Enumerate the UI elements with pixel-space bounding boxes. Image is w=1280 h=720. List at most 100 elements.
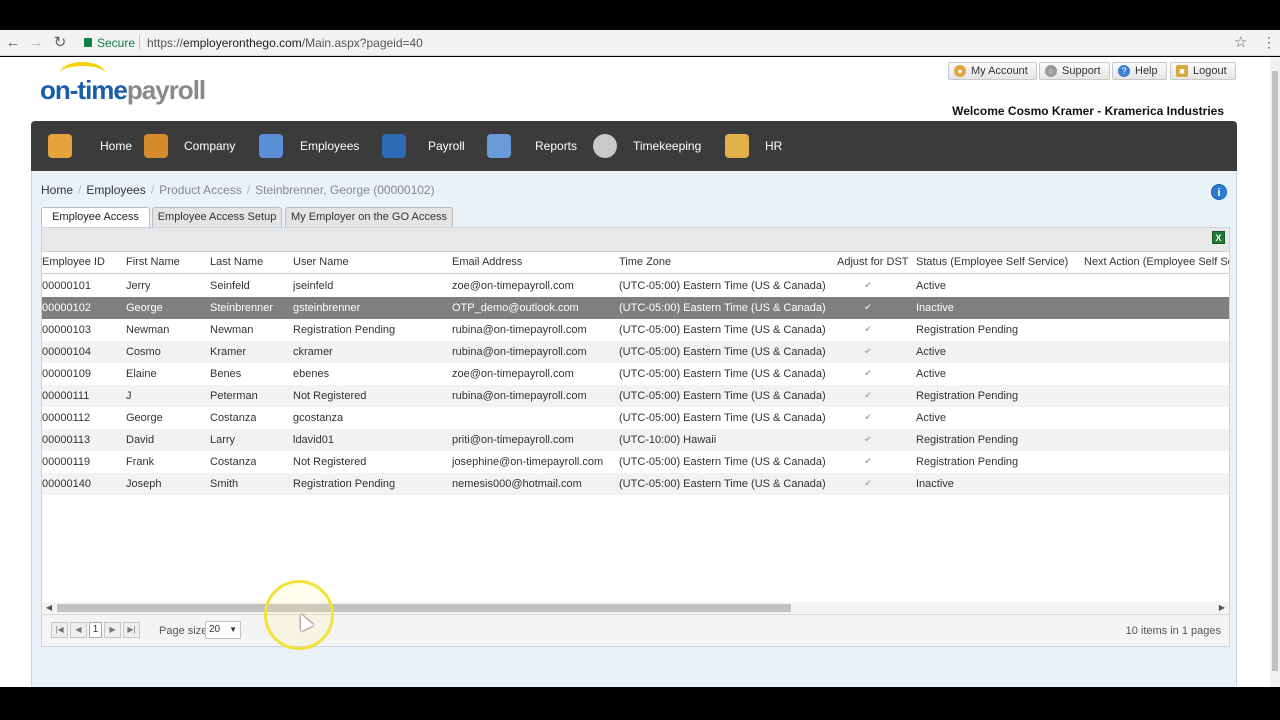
table-cell: Frank	[126, 456, 155, 468]
dst-checkbox-icon: ✔	[864, 434, 872, 444]
forward-icon[interactable]: →	[27, 34, 45, 52]
url-host: employeronthego.com	[183, 36, 302, 50]
column-header[interactable]: Email Address	[452, 256, 522, 268]
table-row[interactable]: 00000104 Cosmo Kramer ckramer rubina@on-time…	[42, 341, 1229, 363]
table-row[interactable]: 00000103 Newman Newman Registration Pending…	[42, 319, 1229, 341]
breadcrumb-employees[interactable]: Employees	[86, 183, 145, 197]
dst-checkbox-icon: ✔	[864, 368, 872, 378]
page-number[interactable]: 1	[89, 622, 102, 638]
table-cell: gcostanza	[293, 412, 344, 424]
breadcrumb-home[interactable]: Home	[41, 183, 73, 197]
url-path: /Main.aspx?pageid=40	[301, 36, 423, 50]
table-row[interactable]: 00000101 Jerry Seinfeld jseinfeld zoe@on-tim…	[42, 275, 1229, 297]
table-cell: OTP_demo@outlook.com	[452, 302, 579, 314]
dst-checkbox-icon: ✔	[864, 280, 872, 290]
table-cell: ebenes	[293, 368, 330, 380]
help-icon: ?	[1118, 65, 1130, 77]
table-row[interactable]: 00000113 David Larry ldavid01 priti@on-timep…	[42, 429, 1229, 451]
support-button[interactable]: ○ Support	[1039, 62, 1110, 80]
dst-checkbox-icon: ✔	[864, 412, 872, 422]
nav-hr[interactable]: HR	[725, 121, 845, 171]
help-button[interactable]: ? Help	[1112, 62, 1167, 80]
horizontal-scrollbar[interactable]: ◀ ▶	[42, 602, 1229, 614]
my-account-button[interactable]: ● My Account	[948, 62, 1037, 80]
table-cell: jseinfeld	[293, 280, 334, 292]
scrollbar-thumb[interactable]	[57, 604, 791, 612]
table-row[interactable]: 00000112 George Costanza gcostanza (UTC-05:0…	[42, 407, 1229, 429]
scroll-right-icon[interactable]: ▶	[1219, 602, 1225, 614]
column-header[interactable]: User Name	[293, 256, 349, 268]
browser-menu-icon[interactable]: ⋮	[1262, 34, 1276, 51]
nav-employees[interactable]: Employees	[259, 121, 380, 171]
table-cell: Active	[916, 412, 946, 424]
table-row[interactable]: 00000140 Joseph Smith Registration Pending n…	[42, 473, 1229, 495]
column-header[interactable]: Next Action (Employee Self Servic	[1084, 256, 1229, 268]
column-header[interactable]: Adjust for DST	[837, 256, 909, 268]
table-cell: Registration Pending	[293, 478, 396, 490]
table-cell: Inactive	[916, 302, 954, 314]
excel-export-icon[interactable]: X	[1212, 231, 1225, 244]
table-cell: Registration Pending	[293, 324, 396, 336]
logo[interactable]: on-timepayroll	[40, 75, 206, 106]
table-cell: ldavid01	[293, 434, 334, 446]
nav-timekeeping[interactable]: Timekeeping	[593, 121, 713, 171]
logout-button[interactable]: ■ Logout	[1170, 62, 1236, 80]
table-cell: 00000119	[42, 456, 91, 468]
scroll-left-icon[interactable]: ◀	[46, 602, 52, 614]
table-row[interactable]: 00000111 J Peterman Not Registered rubina@on…	[42, 385, 1229, 407]
table-cell: Benes	[210, 368, 242, 380]
next-page-icon[interactable]: ▶	[104, 622, 121, 638]
url-scheme: https://	[147, 36, 184, 50]
table-cell: David	[126, 434, 155, 446]
dst-checkbox-icon: ✔	[864, 346, 872, 356]
table-cell: Active	[916, 280, 946, 292]
table-cell: Registration Pending	[916, 324, 1019, 336]
nav-label: Reports	[535, 139, 578, 153]
tab-my-employer-access[interactable]: My Employer on the GO Access	[285, 207, 453, 227]
column-header[interactable]: First Name	[126, 256, 180, 268]
grid-header: Employee ID First Name Last Name User Name E…	[42, 252, 1229, 274]
vertical-scrollbar[interactable]	[1270, 57, 1280, 687]
info-icon[interactable]: i	[1211, 184, 1227, 200]
table-cell: (UTC-05:00) Eastern Time (US & Canada)	[619, 456, 826, 468]
back-icon[interactable]: ←	[4, 34, 22, 52]
breadcrumb-current: Steinbrenner, George (00000102)	[255, 183, 435, 197]
last-page-icon[interactable]: ▶|	[123, 622, 140, 638]
column-header[interactable]: Time Zone	[619, 256, 671, 268]
table-cell: Registration Pending	[916, 434, 1019, 446]
reload-icon[interactable]: ↻	[51, 34, 69, 52]
table-cell: George	[126, 412, 163, 424]
nav-label: Employees	[300, 139, 360, 153]
bookmark-star-icon[interactable]: ☆	[1234, 33, 1247, 51]
grid-toolbar: X	[42, 228, 1229, 252]
table-cell: 00000109	[42, 368, 91, 380]
table-cell: (UTC-05:00) Eastern Time (US & Canada)	[619, 302, 826, 314]
table-cell: Steinbrenner	[210, 302, 273, 314]
address-bar[interactable]: https://employeronthego.com/Main.aspx?pa…	[147, 36, 423, 50]
table-cell: (UTC-05:00) Eastern Time (US & Canada)	[619, 280, 826, 292]
table-row[interactable]: 00000119 Frank Costanza Not Registered josep…	[42, 451, 1229, 473]
tab-employee-access-setup[interactable]: Employee Access Setup	[152, 207, 282, 227]
breadcrumb-separator: /	[246, 183, 251, 197]
employee-access-grid: X Employee ID First Name Last Name User Nam…	[41, 227, 1230, 647]
first-page-icon[interactable]: |◀	[51, 622, 68, 638]
table-cell: Cosmo	[126, 346, 161, 358]
vertical-scrollbar-thumb[interactable]	[1272, 71, 1278, 671]
table-cell: Registration Pending	[916, 390, 1019, 402]
main-navigation: Home Company Employees Payroll Reports Timeke…	[31, 121, 1237, 171]
prev-page-icon[interactable]: ◀	[70, 622, 87, 638]
tab-employee-access[interactable]: Employee Access	[41, 207, 150, 228]
nav-company[interactable]: Company	[144, 121, 264, 171]
table-cell: (UTC-05:00) Eastern Time (US & Canada)	[619, 324, 826, 336]
column-header[interactable]: Employee ID	[42, 256, 105, 268]
table-row[interactable]: 00000109 Elaine Benes ebenes zoe@on-timepayr…	[42, 363, 1229, 385]
column-header[interactable]: Status (Employee Self Service)	[916, 256, 1068, 268]
company-icon	[144, 134, 168, 158]
column-header[interactable]: Last Name	[210, 256, 263, 268]
dst-checkbox-icon: ✔	[864, 302, 872, 312]
table-cell: rubina@on-timepayroll.com	[452, 346, 587, 358]
table-row[interactable]: 00000102 George Steinbrenner gsteinbrenner O…	[42, 297, 1229, 319]
page-size-select[interactable]: 20 ▼	[205, 621, 241, 639]
table-cell: Costanza	[210, 412, 257, 424]
table-cell: Elaine	[126, 368, 157, 380]
